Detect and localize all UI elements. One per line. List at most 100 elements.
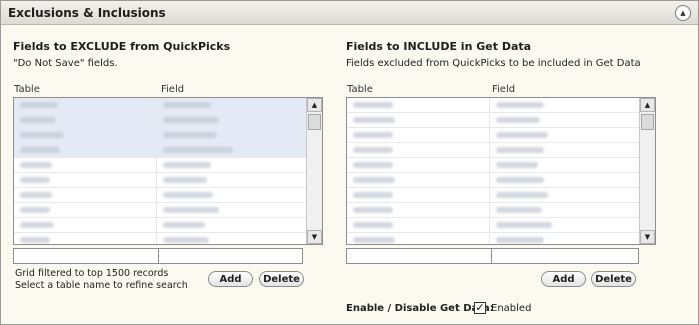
- table-row[interactable]: [14, 128, 306, 143]
- obscured-text: [353, 207, 393, 213]
- exclude-grid-rows: [14, 98, 306, 244]
- table-row[interactable]: [14, 218, 306, 233]
- include-section-subtitle: Fields excluded from QuickPicks to be in…: [346, 58, 641, 69]
- scroll-down-icon[interactable]: ▼: [640, 230, 655, 244]
- table-cell: [14, 113, 156, 127]
- table-row[interactable]: [347, 233, 639, 244]
- table-cell: [347, 143, 489, 157]
- table-cell: [347, 128, 489, 142]
- panel-header: Exclusions & Inclusions ▲: [1, 1, 698, 25]
- table-cell: [14, 218, 156, 232]
- table-row[interactable]: [347, 218, 639, 233]
- obscured-text: [20, 132, 64, 138]
- get-data-enabled-label: Enabled: [491, 303, 532, 314]
- obscured-text: [496, 192, 548, 198]
- obscured-text: [163, 237, 209, 243]
- include-add-button[interactable]: Add: [541, 271, 586, 287]
- obscured-text: [353, 177, 395, 183]
- exclude-add-button[interactable]: Add: [208, 271, 253, 287]
- obscured-text: [20, 117, 56, 123]
- obscured-text: [353, 147, 393, 153]
- table-row[interactable]: [347, 188, 639, 203]
- grid-filter-note: Grid filtered to top 1500 records: [15, 268, 169, 279]
- exclude-grid-scrollbar[interactable]: ▲ ▼: [306, 98, 322, 244]
- include-delete-button[interactable]: Delete: [591, 271, 636, 287]
- table-row[interactable]: [347, 173, 639, 188]
- field-cell: [489, 128, 639, 142]
- table-row[interactable]: [14, 98, 306, 113]
- obscured-text: [163, 222, 205, 228]
- table-row[interactable]: [347, 113, 639, 128]
- table-row[interactable]: [14, 188, 306, 203]
- obscured-text: [163, 132, 217, 138]
- exclude-field-filter-input[interactable]: [158, 248, 303, 264]
- field-cell: [489, 158, 639, 172]
- field-cell: [156, 143, 306, 157]
- scrollbar-thumb[interactable]: [308, 114, 321, 130]
- table-row[interactable]: [347, 143, 639, 158]
- field-cell: [156, 173, 306, 187]
- table-row[interactable]: [14, 158, 306, 173]
- exclude-column-header-table: Table: [14, 84, 40, 95]
- obscured-text: [496, 147, 544, 153]
- table-cell: [14, 188, 156, 202]
- table-cell: [347, 233, 489, 244]
- include-fields-grid[interactable]: ▲ ▼: [346, 97, 656, 245]
- exclude-fields-grid[interactable]: ▲ ▼: [13, 97, 323, 245]
- exclude-table-filter-input[interactable]: [13, 248, 159, 264]
- obscured-text: [20, 222, 54, 228]
- table-cell: [347, 113, 489, 127]
- obscured-text: [20, 207, 50, 213]
- scroll-up-icon[interactable]: ▲: [640, 98, 655, 112]
- collapse-icon[interactable]: ▲: [675, 5, 691, 21]
- table-cell: [347, 173, 489, 187]
- exclude-delete-button[interactable]: Delete: [259, 271, 304, 287]
- field-cell: [156, 98, 306, 112]
- include-field-filter-input[interactable]: [491, 248, 639, 264]
- obscured-text: [353, 117, 395, 123]
- obscured-text: [496, 222, 552, 228]
- table-row[interactable]: [14, 143, 306, 158]
- exclude-section-title: Fields to EXCLUDE from QuickPicks: [13, 40, 231, 53]
- field-cell: [489, 143, 639, 157]
- field-cell: [489, 188, 639, 202]
- obscured-text: [20, 177, 50, 183]
- table-cell: [14, 143, 156, 157]
- get-data-enabled-checkbox[interactable]: ✓: [474, 302, 486, 314]
- panel-title: Exclusions & Inclusions: [8, 6, 166, 20]
- obscured-text: [20, 192, 52, 198]
- include-grid-scrollbar[interactable]: ▲ ▼: [639, 98, 655, 244]
- field-cell: [489, 203, 639, 217]
- scrollbar-thumb[interactable]: [641, 114, 654, 130]
- field-cell: [156, 233, 306, 244]
- table-row[interactable]: [14, 233, 306, 244]
- exclude-section-subtitle: "Do Not Save" fields.: [13, 58, 118, 69]
- obscured-text: [353, 237, 395, 243]
- exclude-column-header-field: Field: [161, 84, 185, 95]
- obscured-text: [496, 237, 544, 243]
- grid-refine-note: Select a table name to refine search: [15, 280, 188, 291]
- scroll-down-icon[interactable]: ▼: [307, 230, 322, 244]
- table-cell: [347, 158, 489, 172]
- field-cell: [156, 128, 306, 142]
- include-grid-rows: [347, 98, 639, 244]
- table-row[interactable]: [347, 128, 639, 143]
- table-row[interactable]: [14, 173, 306, 188]
- field-cell: [489, 173, 639, 187]
- table-row[interactable]: [347, 98, 639, 113]
- include-table-filter-input[interactable]: [346, 248, 492, 264]
- obscured-text: [496, 132, 548, 138]
- obscured-text: [20, 102, 58, 108]
- table-row[interactable]: [14, 113, 306, 128]
- field-cell: [489, 233, 639, 244]
- table-row[interactable]: [347, 203, 639, 218]
- obscured-text: [353, 102, 393, 108]
- field-cell: [489, 98, 639, 112]
- scroll-up-icon[interactable]: ▲: [307, 98, 322, 112]
- field-cell: [156, 218, 306, 232]
- obscured-text: [353, 132, 393, 138]
- field-cell: [156, 113, 306, 127]
- table-row[interactable]: [347, 158, 639, 173]
- table-row[interactable]: [14, 203, 306, 218]
- table-cell: [347, 218, 489, 232]
